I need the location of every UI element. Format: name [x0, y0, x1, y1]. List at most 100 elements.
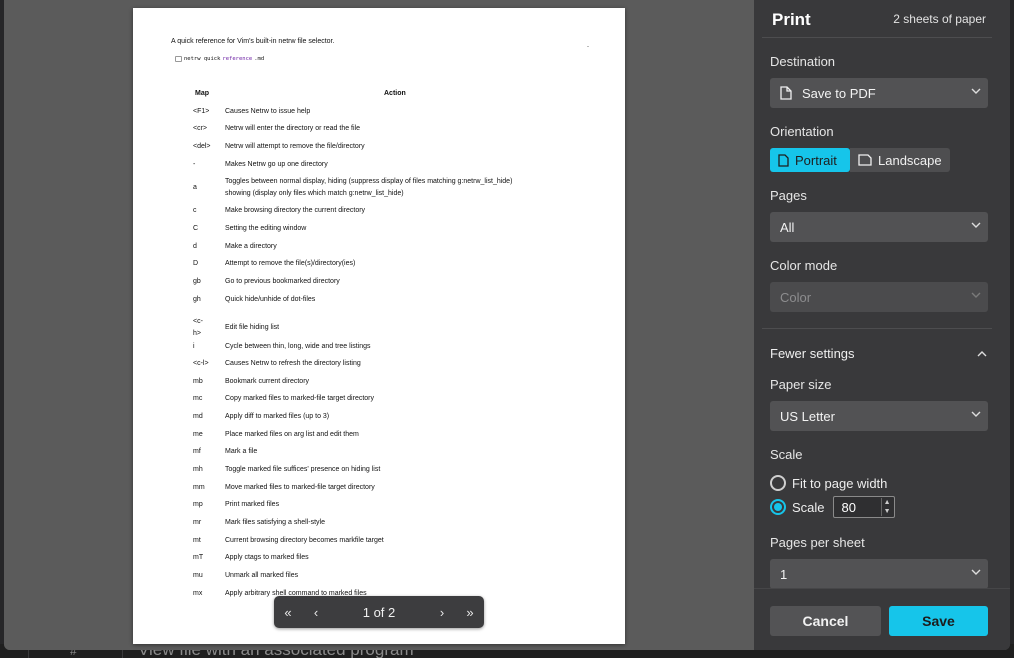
row-action-text: Mark a file [225, 448, 258, 455]
row-action-text: Setting the editing window [225, 225, 307, 232]
fit-label: Fit to page width [792, 475, 888, 491]
row-action: Apply ctags to marked files [225, 552, 585, 564]
row-action-text-cont: showing (display only files which match … [225, 189, 404, 197]
row-map: <del> [193, 141, 221, 153]
chevron-up-icon [977, 351, 987, 357]
row-action: Mark a file [225, 446, 585, 458]
pages-per-sheet-select[interactable]: 1 [770, 559, 988, 589]
row-action: Make browsing directory the current dire… [225, 205, 585, 217]
row-action-text: Edit file hiding list [225, 324, 280, 331]
prev-page-button[interactable]: ‹ [302, 596, 330, 628]
landscape-label: Landscape [878, 152, 942, 168]
row-map: <cr> [193, 123, 221, 135]
row-map-text: <c-l> [193, 360, 209, 367]
row-map: gb [193, 276, 221, 288]
row-action: Bookmark current directory [225, 376, 585, 388]
sheet-count: 2 sheets of paper [893, 12, 986, 26]
row-map-text: mx [193, 590, 203, 597]
row-map-text: gb [193, 278, 201, 285]
row-map: mr [193, 517, 221, 529]
preview-page: A quick reference for Vim's built-in net… [133, 8, 625, 644]
row-map-text: d [193, 243, 197, 250]
row-action: Attempt to remove the file(s)/directory(… [225, 258, 585, 270]
fewer-settings-toggle[interactable]: Fewer settings [770, 346, 988, 361]
row-map-text: c [193, 207, 197, 214]
row-action-text: Netrw will attempt to remove the file/di… [225, 143, 365, 150]
row-map-text: mb [193, 378, 203, 385]
row-action-text: Quick hide/unhide of dot-files [225, 296, 316, 303]
row-map-text: mp [193, 501, 203, 508]
row-map-text: a [193, 184, 197, 191]
row-action: Mark files satisfying a shell-style [225, 517, 585, 529]
row-action-text: Apply diff to marked files (up to 3) [225, 413, 330, 420]
row-action: Go to previous bookmarked directory [225, 276, 585, 288]
pages-select[interactable]: All [770, 212, 988, 242]
scale-input[interactable]: 80 ▲ ▼ [832, 496, 895, 518]
row-action: Apply diff to marked files (up to 3) [225, 411, 585, 423]
color-mode-select: Color [770, 282, 988, 312]
custom-scale-option[interactable]: Scale 80 ▲ ▼ [770, 496, 895, 518]
row-map-text: mf [193, 448, 201, 455]
dialog-footer: Cancel Save [754, 588, 1010, 650]
row-action-text: Apply ctags to marked files [225, 554, 309, 561]
row-action-text: Makes Netrw go up one directory [225, 161, 328, 168]
landscape-option[interactable]: Landscape [850, 148, 950, 172]
row-action-text: Toggles between normal display, hiding (… [225, 178, 513, 185]
row-action-text: Mark files satisfying a shell-style [225, 519, 325, 526]
fit-to-page-width-option[interactable]: Fit to page width [770, 475, 887, 491]
row-map-text: <del> [193, 143, 211, 150]
row-map: <c-h> [193, 316, 221, 339]
row-action-text: Place marked files on arg list and edit … [225, 431, 359, 438]
row-map: <c-l> [193, 358, 221, 370]
code-icon [175, 56, 182, 62]
row-map: mm [193, 482, 221, 494]
chevron-down-icon [971, 411, 981, 417]
cancel-button[interactable]: Cancel [770, 606, 881, 636]
row-action: Copy marked files to marked-file target … [225, 393, 585, 405]
color-mode-value: Color [780, 289, 812, 305]
row-action-text: Unmark all marked files [225, 572, 299, 579]
scale-radio[interactable] [770, 499, 786, 515]
portrait-label: Portrait [795, 152, 837, 168]
pages-per-sheet-label: Pages per sheet [770, 535, 865, 550]
row-map-text: mc [193, 395, 203, 402]
chevron-down-icon [971, 222, 981, 228]
row-map-text: <c- [193, 318, 203, 325]
row-map: mh [193, 464, 221, 476]
portrait-icon [778, 153, 789, 167]
portrait-option[interactable]: Portrait [770, 148, 850, 172]
header-action: Action [384, 90, 406, 97]
destination-select[interactable]: Save to PDF [770, 78, 988, 108]
print-settings-panel: Print 2 sheets of paper Destination Save… [754, 0, 1010, 650]
landscape-icon [858, 154, 872, 166]
save-button[interactable]: Save [889, 606, 988, 636]
chevron-down-icon [971, 292, 981, 298]
row-action-text: Print marked files [225, 501, 280, 508]
row-action-text: Causes Netrw to refresh the directory li… [225, 360, 361, 367]
row-action-text: Copy marked files to marked-file target … [225, 395, 374, 402]
row-map: mf [193, 446, 221, 458]
first-page-button[interactable]: « [274, 596, 302, 628]
dialog-title: Print [772, 10, 811, 29]
row-action: Edit file hiding list [225, 322, 585, 334]
row-map: D [193, 258, 221, 270]
page-navigator: « ‹ 1 of 2 › » [274, 596, 484, 628]
fit-radio[interactable] [770, 475, 786, 491]
row-action-text: Causes Netrw to issue help [225, 108, 311, 115]
row-map: mu [193, 570, 221, 582]
row-map-text: i [193, 343, 195, 350]
row-map: mc [193, 393, 221, 405]
row-map: md [193, 411, 221, 423]
row-map: mb [193, 376, 221, 388]
last-page-button[interactable]: » [456, 596, 484, 628]
document-code-line: netrw quick reference .md [175, 56, 264, 62]
paper-size-select[interactable]: US Letter [770, 401, 988, 431]
document-intro: A quick reference for Vim's built-in net… [171, 38, 335, 45]
destination-label: Destination [770, 54, 836, 69]
row-action-text: Attempt to remove the file(s)/directory(… [225, 260, 356, 267]
next-page-button[interactable]: › [428, 596, 456, 628]
row-action: Netrw will enter the directory or read t… [225, 123, 585, 135]
scale-stepper[interactable]: ▲ ▼ [880, 498, 893, 516]
print-preview[interactable]: A quick reference for Vim's built-in net… [4, 0, 754, 650]
row-action-text: Move marked files to marked-file target … [225, 484, 375, 491]
